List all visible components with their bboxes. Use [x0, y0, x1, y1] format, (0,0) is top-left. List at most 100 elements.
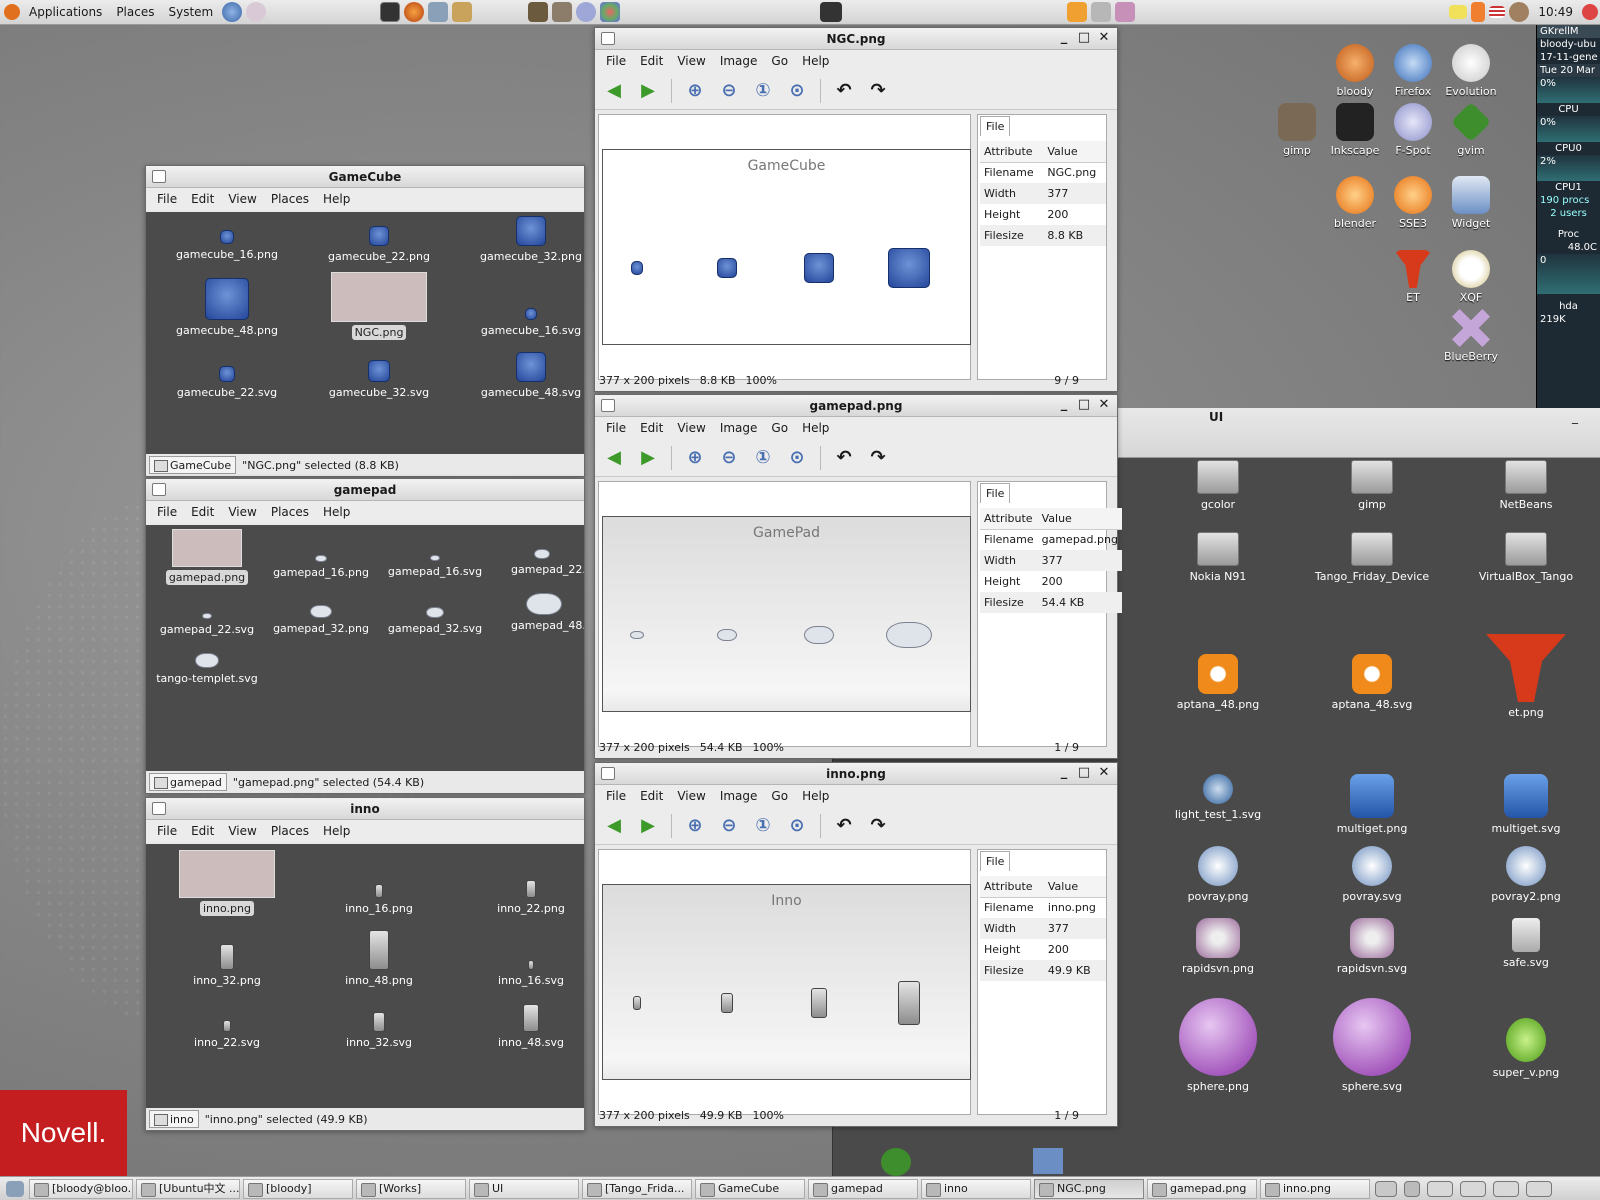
desktop-icon-gvim[interactable]: gvim	[1436, 101, 1506, 157]
file-item-selected[interactable]: NGC.png	[304, 272, 454, 340]
places-menu[interactable]: Places	[109, 0, 161, 25]
zoom-out-button[interactable]: ⊖	[718, 447, 740, 469]
ui-folder-item[interactable]: gcolor	[1143, 460, 1293, 511]
minimize-button[interactable]: _	[1057, 397, 1071, 412]
file-item[interactable]: gamepad_22.pn	[474, 549, 584, 577]
ui-folder-item[interactable]: sphere.svg	[1297, 998, 1447, 1093]
file-item[interactable]: inno_48.png	[304, 930, 454, 988]
maximize-button[interactable]: □	[1077, 765, 1091, 780]
file-item[interactable]: gamecube_22.png	[304, 226, 454, 264]
taskbar-gamecube-folder[interactable]: GameCube	[695, 1178, 805, 1199]
inno-titlebar[interactable]: inno	[146, 798, 584, 820]
zoom-in-button[interactable]: ⊕	[684, 447, 706, 469]
viewer-menu-go[interactable]: Go	[764, 789, 795, 803]
viewer-menu-file[interactable]: File	[599, 789, 633, 803]
workspace-2-icon[interactable]	[1460, 1180, 1486, 1197]
taskbar-bloody-folder[interactable]: [bloody]	[243, 1178, 353, 1199]
rss-icon[interactable]	[1067, 2, 1088, 22]
update-icon[interactable]	[1471, 2, 1486, 22]
previous-image-button[interactable]: ◀	[603, 447, 625, 469]
workspace-1-icon[interactable]	[1427, 1180, 1453, 1197]
viewer-menu-help[interactable]: Help	[795, 789, 836, 803]
viewer-menu-help[interactable]: Help	[795, 54, 836, 68]
file-item[interactable]: inno_32.png	[152, 944, 302, 988]
file-item[interactable]: gamecube_32.svg	[304, 360, 454, 400]
zoom-fit-button[interactable]: ⊙	[786, 80, 808, 102]
ui-folder-item[interactable]: povray.png	[1143, 846, 1293, 903]
zoom-in-button[interactable]: ⊕	[684, 815, 706, 837]
workspace-4-icon[interactable]	[1526, 1180, 1552, 1197]
computer-icon[interactable]	[428, 2, 449, 22]
viewer-menu-edit[interactable]: Edit	[633, 421, 670, 435]
file-item[interactable]: inno_22.svg	[152, 1020, 302, 1050]
value-header[interactable]: Value	[1043, 876, 1106, 898]
file-tab[interactable]: File	[980, 851, 1011, 871]
web-browser-icon[interactable]	[222, 2, 243, 22]
power-icon[interactable]	[1582, 4, 1598, 20]
taskbar-tango-folder[interactable]: [Tango_Frida...	[582, 1178, 692, 1199]
taskbar-gamepad-viewer[interactable]: gamepad.png	[1147, 1178, 1257, 1199]
attribute-header[interactable]: Attribute	[980, 508, 1038, 530]
ui-folder-item[interactable]: super_v.png	[1451, 1018, 1600, 1079]
file-item[interactable]: gamecube_48.svg	[456, 352, 584, 400]
ui-folder-item[interactable]: VirtualBox_Tango	[1451, 532, 1600, 583]
taskbar-ubuntu-browser[interactable]: [Ubuntu中文 ...	[136, 1178, 240, 1199]
fspot-icon[interactable]	[576, 2, 597, 22]
gamecube-titlebar[interactable]: GameCube	[146, 166, 584, 188]
attribute-header[interactable]: Attribute	[980, 141, 1044, 163]
viewer-titlebar[interactable]: gamepad.png _ □ ✕	[595, 395, 1117, 417]
workspace-3-icon[interactable]	[1493, 1180, 1519, 1197]
location-button[interactable]: inno	[149, 1110, 199, 1128]
close-button[interactable]: ✕	[1097, 30, 1111, 45]
menu-edit[interactable]: Edit	[184, 505, 221, 519]
ui-folder-item[interactable]: povray2.png	[1451, 846, 1600, 903]
next-image-button[interactable]: ▶	[637, 815, 659, 837]
file-item[interactable]: gamecube_48.png	[152, 278, 302, 338]
viewer-menu-image[interactable]: Image	[713, 789, 765, 803]
next-image-button[interactable]: ▶	[637, 447, 659, 469]
rotate-right-button[interactable]: ↷	[867, 447, 889, 469]
menu-edit[interactable]: Edit	[184, 824, 221, 838]
screenshot-icon[interactable]	[820, 2, 843, 22]
menu-places[interactable]: Places	[264, 824, 316, 838]
ui-folder-item[interactable]: safe.svg	[1451, 918, 1600, 969]
notes-icon[interactable]	[452, 2, 473, 22]
menu-places[interactable]: Places	[264, 192, 316, 206]
file-item[interactable]: gamecube_16.svg	[456, 308, 584, 338]
rotate-right-button[interactable]: ↷	[867, 80, 889, 102]
viewer-menu-image[interactable]: Image	[713, 54, 765, 68]
gimp-wilber-icon[interactable]	[552, 2, 573, 22]
keyboard-flag-icon[interactable]	[1489, 6, 1506, 18]
menu-file[interactable]: File	[150, 824, 184, 838]
menu-places[interactable]: Places	[264, 505, 316, 519]
close-button[interactable]: ✕	[1097, 397, 1111, 412]
file-item[interactable]: inno_32.svg	[304, 1012, 454, 1050]
viewer-menu-view[interactable]: View	[670, 789, 712, 803]
menu-file[interactable]: File	[150, 505, 184, 519]
trash-icon[interactable]	[1404, 1180, 1420, 1197]
desktop-icon-evolution[interactable]: Evolution	[1436, 44, 1506, 98]
file-item[interactable]: inno_16.png	[304, 884, 454, 916]
desktop-icon-widget[interactable]: Widget	[1436, 176, 1506, 230]
zoom-normal-button[interactable]: ①	[752, 447, 774, 469]
minimize-button[interactable]: _	[1057, 30, 1071, 45]
ui-folder-item[interactable]: NetBeans	[1451, 460, 1600, 511]
next-image-button[interactable]: ▶	[637, 80, 659, 102]
user-icon[interactable]	[1509, 2, 1530, 22]
viewer-menu-help[interactable]: Help	[795, 421, 836, 435]
file-item-selected[interactable]: inno.png	[152, 850, 302, 916]
taskbar-ngc-viewer[interactable]: NGC.png	[1034, 1178, 1144, 1199]
menu-help[interactable]: Help	[316, 824, 357, 838]
rotate-right-button[interactable]: ↷	[867, 815, 889, 837]
ui-window-minimize-button[interactable]: _	[1572, 410, 1578, 424]
network-icon[interactable]	[1091, 2, 1112, 22]
viewer-menu-file[interactable]: File	[599, 54, 633, 68]
menu-view[interactable]: View	[221, 505, 263, 519]
menu-view[interactable]: View	[221, 192, 263, 206]
viewer-menu-go[interactable]: Go	[764, 54, 795, 68]
file-item[interactable]: gamecube_32.png	[456, 216, 584, 264]
ui-folder-item[interactable]: rapidsvn.svg	[1297, 918, 1447, 975]
file-item[interactable]: gamecube_16.png	[152, 230, 302, 262]
ui-folder-item[interactable]: sphere.png	[1143, 998, 1293, 1093]
viewer-titlebar[interactable]: NGC.png _ □ ✕	[595, 28, 1117, 50]
